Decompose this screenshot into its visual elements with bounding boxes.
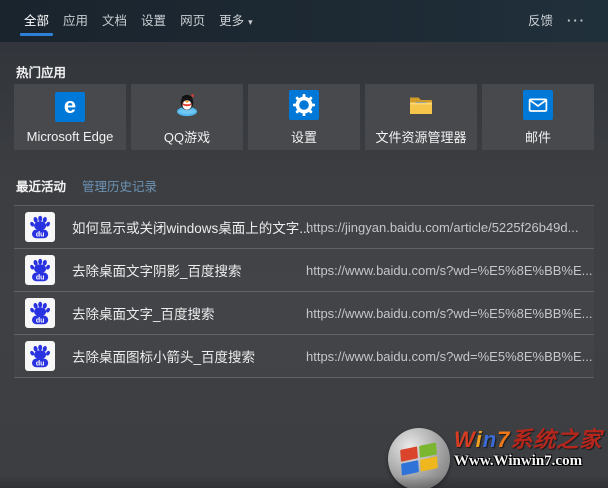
brand-letter: i [475, 427, 483, 452]
baidu-du-text: du [36, 231, 45, 238]
tab-web-label: 网页 [180, 14, 206, 28]
tile-file-explorer[interactable]: 文件资源管理器 [365, 84, 477, 150]
tab-documents[interactable]: 文档 [102, 0, 127, 42]
tab-more[interactable]: 更多 ▾ [219, 0, 253, 42]
winwin7-watermark: Win7系统之家 Www.Winwin7.com [388, 428, 602, 488]
tab-all[interactable]: 全部 [19, 0, 54, 42]
popular-apps-heading: 热门应用 [16, 66, 67, 80]
more-options-icon[interactable]: ··· [567, 0, 586, 42]
recent-item-url: https://www.baidu.com/s?wd=%E5%8E%BB%E..… [306, 348, 593, 364]
recent-item-row[interactable]: du 去除桌面文字_百度搜索 https://www.baidu.com/s?w… [14, 292, 594, 335]
tab-settings[interactable]: 设置 [141, 0, 166, 42]
recent-item-url: https://jingyan.baidu.com/article/5225f2… [306, 219, 579, 235]
tab-more-label: 更多 [219, 14, 245, 28]
feedback-button[interactable]: 反馈 [528, 0, 553, 42]
tile-label: 文件资源管理器 [375, 130, 467, 145]
baidu-icon: du [25, 298, 55, 328]
recent-item-title: 去除桌面文字_百度搜索 [72, 307, 215, 322]
manage-history-link[interactable]: 管理历史记录 [82, 176, 157, 195]
recent-item-url: https://www.baidu.com/s?wd=%E5%8E%BB%E..… [306, 305, 593, 321]
tile-label: QQ游戏 [163, 130, 211, 145]
settings-gear-icon [289, 90, 319, 120]
baidu-icon: du [25, 212, 55, 242]
baidu-du-text: du [36, 274, 45, 281]
recent-item-row[interactable]: du 如何显示或关闭windows桌面上的文字... https://jingy… [14, 206, 594, 249]
tab-web[interactable]: 网页 [180, 0, 205, 42]
tab-apps-label: 应用 [63, 14, 89, 28]
watermark-url: Www.Winwin7.com [454, 453, 583, 469]
baidu-icon: du [25, 255, 55, 285]
recent-item-row[interactable]: du 去除桌面文字阴影_百度搜索 https://www.baidu.com/s… [14, 249, 594, 292]
ellipsis-glyph: ··· [567, 13, 586, 28]
tile-microsoft-edge[interactable]: e Microsoft Edge [14, 84, 126, 150]
edge-letter: e [63, 93, 77, 118]
windows-logo-icon [388, 428, 450, 488]
recent-item-title: 去除桌面图标小箭头_百度搜索 [72, 350, 256, 365]
search-tabbar: 全部 应用 文档 设置 网页 更多 ▾ 反馈 ··· [0, 0, 608, 42]
brand-letter: 7 [497, 427, 511, 452]
recent-item-row[interactable]: du 去除桌面图标小箭头_百度搜索 https://www.baidu.com/… [14, 335, 594, 378]
watermark-text: Win7系统之家 Www.Winwin7.com [454, 428, 602, 470]
tab-all-label: 全部 [24, 14, 50, 28]
tile-qq-games[interactable]: QQ游戏 [131, 84, 243, 150]
brand-cn: 系统之家 [510, 427, 603, 452]
baidu-icon: du [25, 341, 55, 371]
tile-label: Microsoft Edge [26, 129, 114, 144]
file-explorer-folder-icon [406, 90, 436, 120]
qq-games-icon [172, 90, 202, 120]
feedback-label: 反馈 [527, 14, 553, 28]
recent-activities-list: du 如何显示或关闭windows桌面上的文字... https://jingy… [14, 205, 594, 378]
tile-settings[interactable]: 设置 [248, 84, 360, 150]
tab-settings-label: 设置 [141, 14, 167, 28]
windows-search-panel: 全部 应用 文档 设置 网页 更多 ▾ 反馈 ··· 热门应用 e Microso… [0, 0, 608, 488]
mail-envelope-icon [523, 90, 553, 120]
baidu-du-text: du [36, 317, 45, 324]
popular-apps-tiles: e Microsoft Edge QQ游戏 设置 文件资源管理器 邮件 [14, 84, 594, 150]
tab-documents-label: 文档 [102, 14, 128, 28]
tile-mail[interactable]: 邮件 [482, 84, 594, 150]
recent-item-url: https://www.baidu.com/s?wd=%E5%8E%BB%E..… [306, 262, 593, 278]
recent-activities-heading: 最近活动 [16, 180, 67, 194]
watermark-brand: Win7系统之家 [454, 428, 602, 452]
chevron-down-icon: ▾ [248, 17, 253, 27]
brand-letter: W [454, 427, 476, 452]
edge-icon: e [55, 92, 85, 122]
recent-item-title: 如何显示或关闭windows桌面上的文字... [72, 221, 311, 236]
recent-activities-header: 最近活动 管理历史记录 [16, 176, 157, 195]
tile-label: 设置 [290, 130, 317, 145]
brand-letter: n [482, 427, 498, 452]
baidu-du-text: du [36, 360, 45, 367]
recent-item-title: 去除桌面文字阴影_百度搜索 [72, 264, 242, 279]
tile-label: 邮件 [524, 130, 551, 145]
tab-apps[interactable]: 应用 [63, 0, 88, 42]
